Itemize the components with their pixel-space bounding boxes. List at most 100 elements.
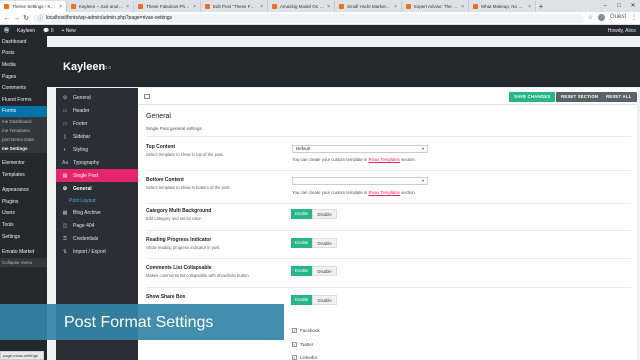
enable-option[interactable]: Enable bbox=[291, 266, 313, 276]
browser-tab[interactable]: These Fabulous Photos H× bbox=[134, 1, 201, 12]
save-changes-button[interactable]: SAVE CHANGES bbox=[509, 92, 556, 102]
wp-menu-item[interactable]: Plugins bbox=[0, 196, 47, 208]
window-controls: – □ ✕ bbox=[598, 0, 640, 12]
share-option-twitter[interactable]: ✓ Twitter bbox=[292, 342, 313, 347]
wp-menu-item[interactable]: Pages bbox=[0, 71, 47, 83]
wp-menu-item[interactable]: Posts bbox=[0, 48, 47, 60]
disable-option[interactable]: Disable bbox=[312, 238, 337, 248]
enable-option[interactable]: Enable bbox=[291, 238, 313, 248]
howdy-user[interactable]: Howdy, Alice bbox=[608, 28, 636, 34]
wp-menu-item[interactable]: Elementor bbox=[0, 157, 47, 169]
settings-nav-item[interactable]: ⚙ General bbox=[56, 91, 138, 104]
menu-icon[interactable]: ⋮ bbox=[631, 14, 637, 23]
reset-all-button[interactable]: RESET ALL bbox=[601, 92, 637, 102]
close-tab-icon[interactable]: × bbox=[193, 4, 196, 10]
wp-menu-item[interactable]: Dashboard bbox=[0, 36, 47, 48]
top-content-select[interactable]: Default ▾ bbox=[292, 145, 428, 153]
wp-menu-item[interactable]: Settings bbox=[0, 231, 47, 243]
settings-nav-item[interactable]: ◫ Page 404 bbox=[56, 219, 138, 232]
wp-menu-item[interactable]: Media bbox=[0, 59, 47, 71]
wp-menu-item[interactable]: me Dashboard bbox=[0, 117, 47, 127]
forward-icon[interactable]: → bbox=[13, 15, 20, 22]
wp-menu-item[interactable]: Fluent Forms bbox=[0, 94, 47, 106]
reset-section-button[interactable]: RESET SECTION bbox=[556, 92, 604, 102]
theme-name: Kayleen bbox=[63, 61, 106, 73]
new-tab-button[interactable]: + bbox=[536, 1, 546, 12]
wp-menu-item[interactable]: Users bbox=[0, 208, 47, 220]
sidebar-toggle-icon[interactable] bbox=[144, 94, 150, 99]
nav-icon: ⇅ bbox=[62, 248, 68, 255]
wp-menu-item[interactable]: Forms bbox=[0, 105, 47, 118]
nav-label: Typography bbox=[73, 159, 100, 166]
favicon-icon bbox=[272, 4, 277, 9]
settings-nav-item[interactable]: ⚙ General bbox=[56, 182, 138, 195]
browser-tab[interactable]: Expert Advise: The Best C× bbox=[402, 1, 469, 12]
enable-option[interactable]: Enable bbox=[291, 295, 313, 305]
wp-menu-item[interactable]: Envato Market bbox=[0, 246, 47, 258]
close-tab-icon[interactable]: × bbox=[528, 4, 531, 10]
reload-icon[interactable]: ↻ bbox=[23, 14, 29, 22]
back-icon[interactable]: ← bbox=[3, 15, 10, 22]
enable-option[interactable]: Enable bbox=[291, 209, 313, 219]
star-icon[interactable]: ☆ bbox=[588, 14, 593, 23]
browser-tab[interactable]: What Makeup, No Matter× bbox=[469, 1, 536, 12]
rivax-templates-link[interactable]: Rivax Templates bbox=[369, 157, 400, 162]
close-tab-icon[interactable]: × bbox=[461, 4, 464, 10]
wp-menu-item[interactable]: Appearance bbox=[0, 184, 47, 196]
wp-menu-item[interactable]: Collapse menu bbox=[0, 257, 47, 267]
wp-menu-item[interactable]: me Settings bbox=[0, 144, 47, 154]
url-input[interactable]: ⓘ localhost/fonts/wp-admin/admin.php?pag… bbox=[33, 13, 584, 23]
settings-nav-item[interactable]: ▦ Blog Archive bbox=[56, 206, 138, 219]
nav-label: General bbox=[73, 185, 92, 192]
wp-menu-item[interactable]: Tools bbox=[0, 219, 47, 231]
multi-background-toggle[interactable]: Enable Disable bbox=[291, 209, 337, 219]
comments-link[interactable]: 💬 0 bbox=[43, 28, 53, 34]
disable-option[interactable]: Disable bbox=[312, 266, 337, 276]
close-tab-icon[interactable]: × bbox=[59, 4, 62, 10]
wp-menu-item[interactable]: me Templates bbox=[0, 126, 47, 136]
tab-title: Theme Settings ‹ Kayleen bbox=[12, 4, 56, 9]
wp-menu-item[interactable]: Templates bbox=[0, 169, 47, 181]
chevron-down-icon: ▾ bbox=[421, 178, 424, 183]
disable-option[interactable]: Disable bbox=[312, 295, 337, 305]
checkbox-checked-icon[interactable]: ✓ bbox=[292, 328, 297, 333]
browser-tab[interactable]: Theme Settings ‹ Kayleen× bbox=[0, 1, 67, 12]
checkbox-checked-icon[interactable]: ✓ bbox=[292, 355, 297, 360]
settings-nav-item[interactable]: ⚿ Credentials bbox=[56, 232, 138, 245]
share-box-toggle[interactable]: Enable Disable bbox=[291, 295, 337, 305]
site-name-link[interactable]: Kayleen bbox=[17, 28, 35, 34]
reading-progress-toggle[interactable]: Enable Disable bbox=[291, 238, 337, 248]
settings-nav-item[interactable]: ▯ Sidebar bbox=[56, 130, 138, 143]
disable-option[interactable]: Disable bbox=[312, 209, 337, 219]
share-option-facebook[interactable]: ✓ Facebook bbox=[292, 328, 320, 333]
share-option-linkedin[interactable]: ✓ LinkedIn bbox=[292, 355, 317, 360]
wordpress-logo-icon[interactable]: Ⓦ bbox=[4, 27, 9, 34]
comments-collapsable-toggle[interactable]: Enable Disable bbox=[291, 266, 337, 276]
profile-icon[interactable] bbox=[597, 13, 605, 23]
wp-menu-item[interactable]: port Demo Data bbox=[0, 135, 47, 145]
bottom-content-select[interactable]: ▾ bbox=[292, 177, 428, 185]
browser-tab[interactable]: Edit Post "These Fabulous× bbox=[201, 1, 268, 12]
close-tab-icon[interactable]: × bbox=[394, 4, 397, 10]
wp-menu-item[interactable]: Comments bbox=[0, 82, 47, 94]
multi-background-label: Category Multi Background bbox=[146, 208, 212, 214]
checkbox-checked-icon[interactable]: ✓ bbox=[292, 342, 297, 347]
close-tab-icon[interactable]: × bbox=[327, 4, 330, 10]
browser-tab[interactable]: Amazing Model On Site × bbox=[268, 1, 335, 12]
browser-tab[interactable]: Small Yacht Market Affect× bbox=[335, 1, 402, 12]
settings-nav-item[interactable]: ▭ Header bbox=[56, 104, 138, 117]
settings-nav-item[interactable]: Aa Typography bbox=[56, 156, 138, 169]
close-tab-icon[interactable]: × bbox=[126, 4, 129, 10]
settings-nav-item[interactable]: ▭ Footer bbox=[56, 117, 138, 130]
settings-nav-item[interactable]: ⇅ Import / Export bbox=[56, 245, 138, 258]
close-tab-icon[interactable]: × bbox=[260, 4, 263, 10]
settings-nav-item[interactable]: Post Layout bbox=[56, 195, 138, 206]
rivax-templates-link[interactable]: Rivax Templates bbox=[369, 190, 400, 195]
new-content-link[interactable]: + New bbox=[62, 28, 76, 34]
settings-nav-item[interactable]: ▤ Single Post bbox=[56, 169, 138, 182]
browser-tab[interactable]: Kayleen – Just another W× bbox=[67, 1, 134, 12]
close-window-icon[interactable]: ✕ bbox=[626, 0, 640, 12]
minimize-icon[interactable]: – bbox=[598, 0, 612, 12]
maximize-icon[interactable]: □ bbox=[612, 0, 626, 12]
settings-nav-item[interactable]: ◐ Styling bbox=[56, 143, 138, 156]
